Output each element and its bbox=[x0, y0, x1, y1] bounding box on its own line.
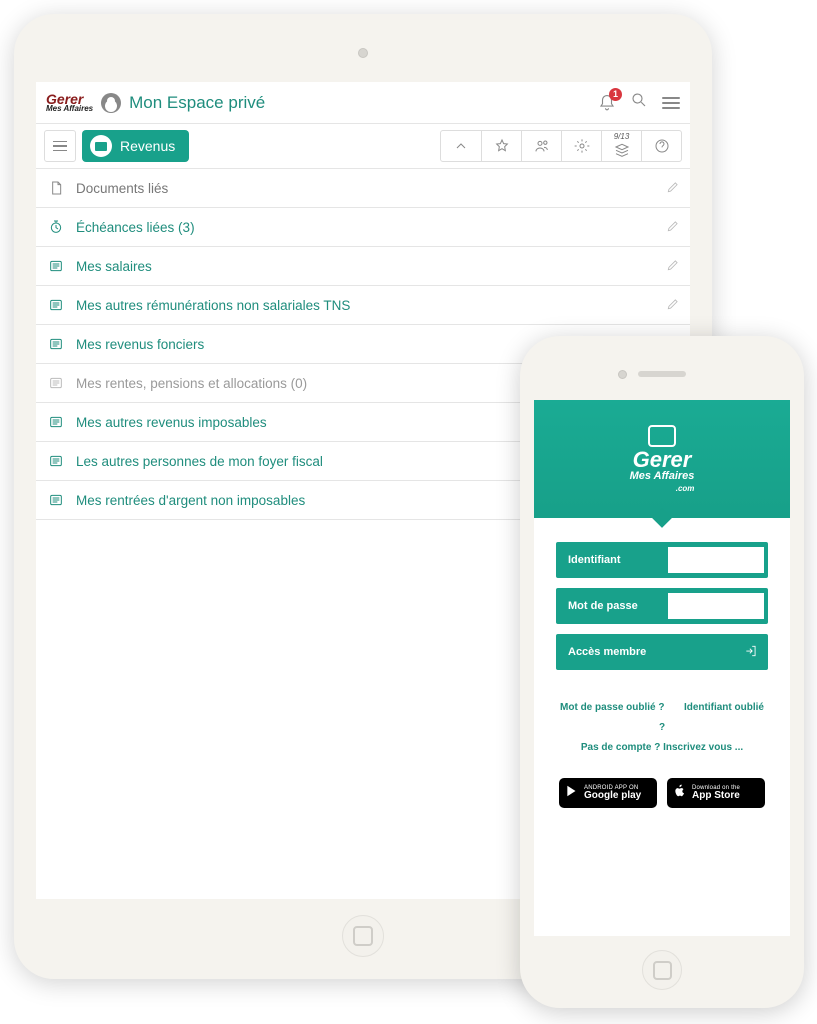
list-item-label: Mes rentrées d'argent non imposables bbox=[76, 493, 305, 508]
phone-logo-line3: .com bbox=[630, 484, 695, 493]
phone-screen: Gerer Mes Affaires .com Identifiant Mot … bbox=[534, 400, 790, 936]
list-item[interactable]: Documents liés bbox=[36, 169, 690, 208]
help-button[interactable] bbox=[641, 131, 681, 161]
phone-hero: Gerer Mes Affaires .com bbox=[534, 400, 790, 518]
store-badges: ANDROID APP ON Google play Download on t… bbox=[534, 766, 790, 820]
notifications-badge: 1 bbox=[609, 88, 622, 101]
stack-count: 9/13 bbox=[614, 132, 630, 141]
notifications-button[interactable]: 1 bbox=[598, 94, 616, 112]
search-button[interactable] bbox=[630, 91, 648, 114]
app-store-badge[interactable]: Download on the App Store bbox=[667, 778, 765, 808]
phone-speaker bbox=[638, 371, 686, 377]
signup-link[interactable]: Pas de compte ? Inscrivez vous ... bbox=[581, 742, 743, 753]
password-input[interactable] bbox=[668, 593, 764, 619]
page-title: Mon Espace privé bbox=[129, 93, 265, 113]
login-icon bbox=[744, 644, 758, 661]
list-item-label: Mes rentes, pensions et allocations (0) bbox=[76, 376, 307, 391]
list-icon bbox=[46, 490, 66, 510]
edit-button[interactable] bbox=[666, 180, 680, 197]
help-links: Mot de passe oublié ? Identifiant oublié… bbox=[534, 678, 790, 766]
list-item[interactable]: Mes autres rémunérations non salariales … bbox=[36, 286, 690, 325]
list-icon bbox=[46, 451, 66, 471]
document-icon bbox=[46, 178, 66, 198]
phone-device: Gerer Mes Affaires .com Identifiant Mot … bbox=[520, 336, 804, 1008]
menu-button[interactable] bbox=[662, 97, 680, 109]
layers-icon bbox=[614, 141, 630, 157]
logo-line2: Mes Affaires bbox=[46, 105, 93, 112]
app-store-line2: App Store bbox=[692, 791, 740, 801]
app-header: Gerer Mes Affaires Mon Espace privé 1 bbox=[36, 82, 690, 124]
favorite-button[interactable] bbox=[481, 131, 521, 161]
folder-icon bbox=[90, 135, 112, 157]
avatar-icon[interactable] bbox=[101, 93, 121, 113]
google-play-icon bbox=[565, 784, 579, 803]
list-item-label: Mes autres rémunérations non salariales … bbox=[76, 298, 350, 313]
phone-logo: Gerer Mes Affaires .com bbox=[630, 425, 695, 493]
phone-logo-line2: Mes Affaires bbox=[630, 471, 695, 482]
identifiant-field: Identifiant bbox=[556, 542, 768, 578]
identifiant-label: Identifiant bbox=[568, 554, 621, 566]
google-play-line2: Google play bbox=[584, 791, 641, 801]
header-actions: 1 bbox=[598, 91, 680, 114]
list-item[interactable]: Échéances liées (3) bbox=[36, 208, 690, 247]
search-icon bbox=[630, 91, 648, 109]
gear-icon bbox=[574, 138, 590, 154]
list-item-label: Échéances liées (3) bbox=[76, 220, 195, 235]
star-icon bbox=[494, 138, 510, 154]
chevron-up-icon bbox=[453, 138, 469, 154]
stack-button[interactable]: 9/13 bbox=[601, 131, 641, 161]
edit-button[interactable] bbox=[666, 258, 680, 275]
login-form: Identifiant Mot de passe Accès membre bbox=[534, 518, 790, 678]
toolbar: Revenus 9/13 bbox=[36, 124, 690, 169]
list-item[interactable]: Mes salaires bbox=[36, 247, 690, 286]
login-button-label: Accès membre bbox=[568, 646, 646, 658]
list-item-label: Mes salaires bbox=[76, 259, 152, 274]
google-play-badge[interactable]: ANDROID APP ON Google play bbox=[559, 778, 657, 808]
list-item-label: Les autres personnes de mon foyer fiscal bbox=[76, 454, 323, 469]
phone-home-button[interactable] bbox=[642, 950, 682, 990]
forgot-id-link[interactable]: Identifiant oublié ? bbox=[659, 702, 764, 733]
users-icon bbox=[534, 138, 550, 154]
login-button[interactable]: Accès membre bbox=[556, 634, 768, 670]
tablet-camera bbox=[358, 48, 368, 58]
list-icon bbox=[46, 295, 66, 315]
settings-button[interactable] bbox=[561, 131, 601, 161]
section-pill[interactable]: Revenus bbox=[82, 130, 189, 162]
help-icon bbox=[654, 138, 670, 154]
section-pill-label: Revenus bbox=[120, 138, 175, 154]
phone-logo-line1: Gerer bbox=[630, 449, 695, 471]
list-item-label: Mes revenus fonciers bbox=[76, 337, 204, 352]
apple-icon bbox=[673, 784, 687, 803]
forgot-password-link[interactable]: Mot de passe oublié ? bbox=[560, 702, 664, 713]
share-button[interactable] bbox=[521, 131, 561, 161]
list-item-label: Documents liés bbox=[76, 181, 168, 196]
app-logo[interactable]: Gerer Mes Affaires bbox=[46, 93, 93, 113]
list-icon bbox=[46, 256, 66, 276]
list-icon bbox=[46, 412, 66, 432]
list-item-label: Mes autres revenus imposables bbox=[76, 415, 267, 430]
password-field: Mot de passe bbox=[556, 588, 768, 624]
phone-camera bbox=[618, 370, 627, 379]
list-icon bbox=[46, 373, 66, 393]
list-icon bbox=[46, 334, 66, 354]
sidebar-toggle-button[interactable] bbox=[44, 130, 76, 162]
password-label: Mot de passe bbox=[568, 600, 638, 612]
edit-button[interactable] bbox=[666, 219, 680, 236]
identifiant-input[interactable] bbox=[668, 547, 764, 573]
folder-icon bbox=[648, 425, 676, 447]
tablet-home-button[interactable] bbox=[342, 915, 384, 957]
collapse-button[interactable] bbox=[441, 131, 481, 161]
toolbar-icons: 9/13 bbox=[440, 130, 682, 162]
edit-button[interactable] bbox=[666, 297, 680, 314]
clock-icon bbox=[46, 217, 66, 237]
